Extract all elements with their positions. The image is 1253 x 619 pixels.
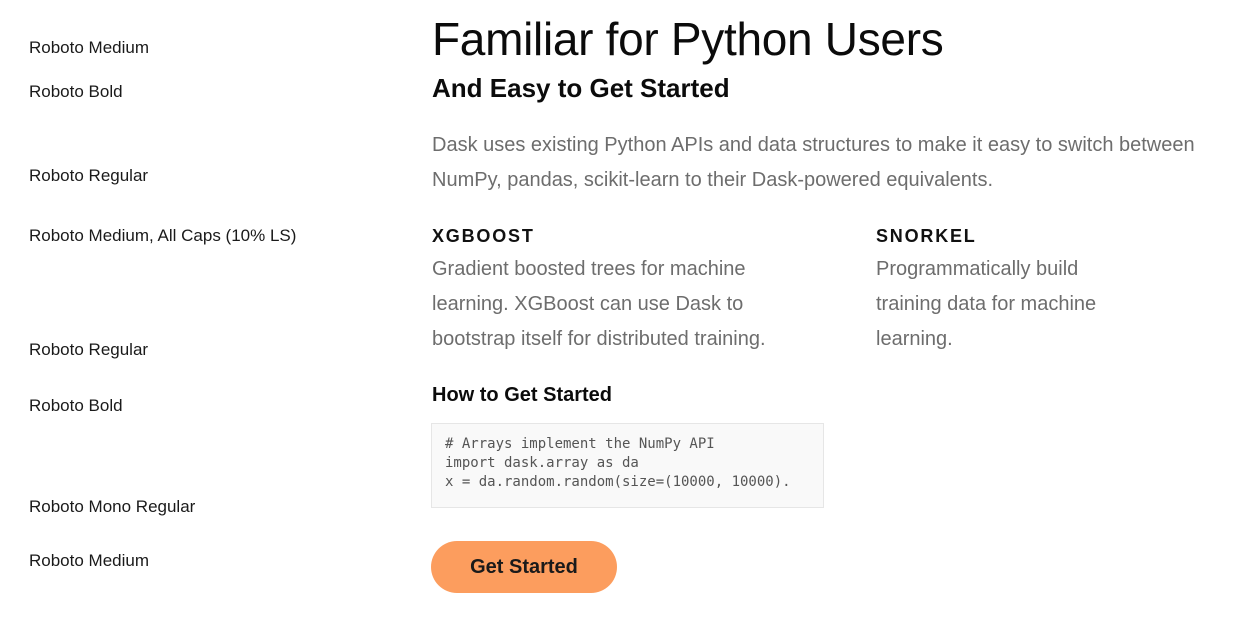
font-annotation-subtitle: Roboto Bold [29, 82, 123, 101]
font-annotation-feature-title: Roboto Medium, All Caps (10% LS) [29, 226, 297, 245]
code-line: # Arrays implement the NumPy API [445, 436, 715, 452]
feature-title-xgboost: XGBOOST [432, 226, 535, 246]
font-annotation-lead: Roboto Regular [29, 166, 149, 185]
feature-description-snorkel: Programmatically build training data for… [876, 258, 1097, 350]
feature-title-snorkel: SNORKEL [876, 226, 977, 246]
font-annotation-feature-description: Roboto Regular [29, 340, 149, 359]
font-annotation-button: Roboto Medium [29, 551, 150, 570]
feature-description-xgboost: Gradient boosted trees for machine learn… [432, 258, 766, 350]
code-line: import dask.array as da [445, 455, 639, 471]
get-started-button[interactable]: Get Started [431, 541, 617, 593]
lead-paragraph: Dask uses existing Python APIs and data … [432, 134, 1195, 191]
page-subtitle: And Easy to Get Started [432, 73, 730, 103]
font-annotation-title: Roboto Medium [29, 38, 150, 57]
code-block: # Arrays implement the NumPy API import d… [431, 423, 824, 508]
code-line: x = da.random.random(size=(10000, 10000)… [445, 474, 791, 490]
font-annotation-section-heading: Roboto Bold [29, 396, 123, 415]
page-title: Familiar for Python Users [432, 13, 944, 65]
section-heading-get-started: How to Get Started [432, 384, 613, 406]
font-annotation-code: Roboto Mono Regular [29, 497, 196, 516]
